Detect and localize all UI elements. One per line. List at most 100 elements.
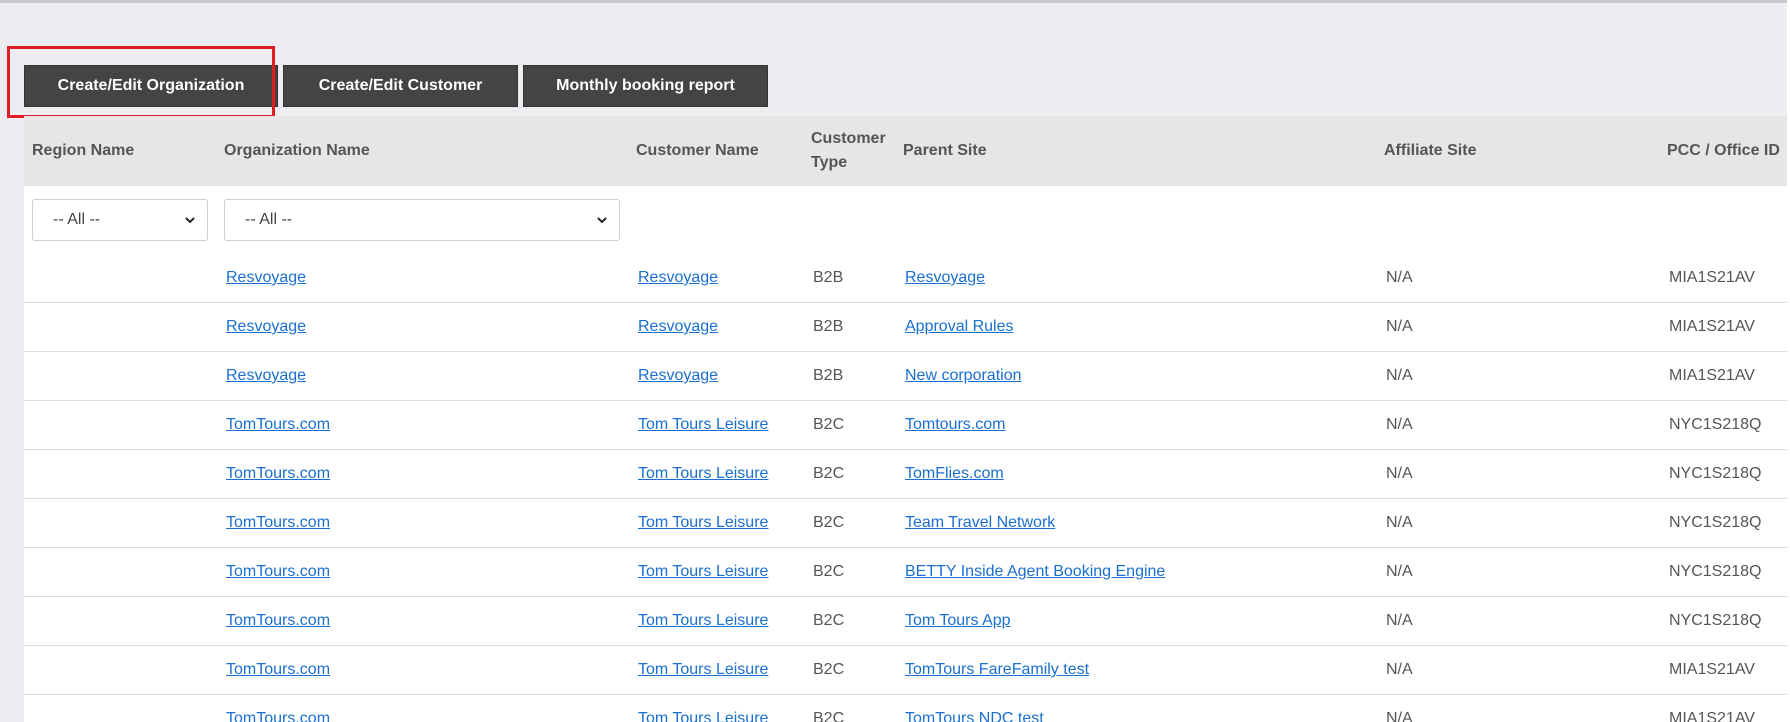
cell-customer-type: B2C <box>813 612 845 629</box>
table-row: TomTours.com Tom Tours Leisure B2C BETTY In… <box>24 547 1790 597</box>
cell-affiliate-site: N/A <box>1376 449 1659 499</box>
cell-customer-type: B2C <box>803 645 895 695</box>
cell-affiliate-site: N/A <box>1386 563 1413 580</box>
cell-parent-site: TomTours NDC test <box>895 694 1376 722</box>
sites-table-container: Region Name Organization Name Customer N… <box>24 116 1790 722</box>
cell-customer: Resvoyage <box>628 254 803 303</box>
parent-site-link[interactable]: New corporation <box>905 367 1022 384</box>
cell-customer-type: B2C <box>813 661 845 678</box>
region-filter-cell: -- All -- <box>24 186 216 254</box>
create-edit-customer-button[interactable]: Create/Edit Customer <box>283 65 518 107</box>
cell-customer: Tom Tours Leisure <box>628 645 803 695</box>
cell-parent-site: Approval Rules <box>895 302 1376 352</box>
organization-link[interactable]: TomTours.com <box>226 514 330 531</box>
cell-pcc: MIA1S21AV <box>1669 367 1755 384</box>
organization-link[interactable]: TomTours.com <box>226 563 330 580</box>
cell-organization: TomTours.com <box>216 547 628 597</box>
filter-row: -- All -- -- All -- <box>24 186 1790 254</box>
cell-pcc: NYC1S218Q <box>1659 400 1790 450</box>
cell-region <box>24 694 216 722</box>
cell-affiliate-site: N/A <box>1386 416 1413 433</box>
customer-link[interactable]: Tom Tours Leisure <box>638 514 768 531</box>
cell-organization: TomTours.com <box>216 596 628 646</box>
cell-region <box>24 254 216 303</box>
table-row: TomTours.com Tom Tours Leisure B2C TomFlies… <box>24 449 1790 499</box>
cell-customer-type: B2C <box>813 416 845 433</box>
cell-customer-type: B2B <box>813 269 844 286</box>
parent-site-link[interactable]: Team Travel Network <box>905 514 1055 531</box>
parent-site-link[interactable]: TomTours FareFamily test <box>905 661 1089 678</box>
cell-affiliate-site: N/A <box>1386 465 1413 482</box>
parent-site-link[interactable]: BETTY Inside Agent Booking Engine <box>905 563 1165 580</box>
cell-pcc: MIA1S21AV <box>1669 710 1755 722</box>
organization-link[interactable]: Resvoyage <box>226 318 306 335</box>
cell-affiliate-site: N/A <box>1386 318 1413 335</box>
chevron-down-icon <box>597 217 607 224</box>
customer-link[interactable]: Resvoyage <box>638 367 718 384</box>
cell-organization: TomTours.com <box>216 400 628 450</box>
monthly-booking-report-button[interactable]: Monthly booking report <box>523 65 768 107</box>
cell-pcc: MIA1S21AV <box>1669 318 1755 335</box>
cell-customer: Resvoyage <box>628 302 803 352</box>
cell-affiliate-site: N/A <box>1376 498 1659 548</box>
parent-site-link[interactable]: TomFlies.com <box>905 465 1004 482</box>
organization-link[interactable]: Resvoyage <box>226 367 306 384</box>
cell-region <box>24 400 216 450</box>
customer-link[interactable]: Tom Tours Leisure <box>638 563 768 580</box>
customer-link[interactable]: Tom Tours Leisure <box>638 710 768 722</box>
sites-table: Region Name Organization Name Customer N… <box>24 116 1790 722</box>
table-row: TomTours.com Tom Tours Leisure B2C Tom Tour… <box>24 596 1790 646</box>
parent-site-link[interactable]: TomTours NDC test <box>905 710 1044 722</box>
cell-affiliate-site: N/A <box>1386 269 1413 286</box>
cell-pcc: NYC1S218Q <box>1669 563 1762 580</box>
parent-site-link[interactable]: Tomtours.com <box>905 416 1005 433</box>
cell-parent-site: Team Travel Network <box>895 498 1376 548</box>
organization-link[interactable]: Resvoyage <box>226 269 306 286</box>
table-row: Resvoyage Resvoyage B2B Resvoyage N/A MIA1S21… <box>24 254 1790 303</box>
cell-pcc: MIA1S21AV <box>1659 302 1790 352</box>
organization-link[interactable]: TomTours.com <box>226 612 330 629</box>
cell-pcc: NYC1S218Q <box>1669 612 1762 629</box>
cell-parent-site: Tom Tours App <box>895 596 1376 646</box>
organization-link[interactable]: TomTours.com <box>226 416 330 433</box>
cell-customer-type: B2B <box>803 302 895 352</box>
cell-affiliate-site: N/A <box>1386 661 1413 678</box>
organization-filter-cell: -- All -- <box>216 186 628 254</box>
cell-affiliate-site: N/A <box>1386 710 1413 722</box>
customer-link[interactable]: Tom Tours Leisure <box>638 465 768 482</box>
cell-parent-site: TomFlies.com <box>895 449 1376 499</box>
organization-link[interactable]: TomTours.com <box>226 661 330 678</box>
organization-link[interactable]: TomTours.com <box>226 465 330 482</box>
cell-customer: Tom Tours Leisure <box>628 547 803 597</box>
region-filter-value: -- All -- <box>53 211 101 228</box>
parent-site-link[interactable]: Resvoyage <box>905 269 985 286</box>
cell-customer-type: B2C <box>813 514 845 531</box>
parent-site-link[interactable]: Approval Rules <box>905 318 1014 335</box>
parent-site-link[interactable]: Tom Tours App <box>905 612 1011 629</box>
organization-link[interactable]: TomTours.com <box>226 710 330 722</box>
cell-pcc: NYC1S218Q <box>1659 449 1790 499</box>
customer-link[interactable]: Resvoyage <box>638 269 718 286</box>
customer-link[interactable]: Tom Tours Leisure <box>638 661 768 678</box>
cell-customer-type: B2C <box>803 694 895 722</box>
cell-organization: Resvoyage <box>216 351 628 401</box>
customer-link[interactable]: Tom Tours Leisure <box>638 612 768 629</box>
cell-pcc: NYC1S218Q <box>1659 596 1790 646</box>
customer-link[interactable]: Resvoyage <box>638 318 718 335</box>
cell-parent-site: Tomtours.com <box>895 400 1376 450</box>
create-edit-organization-button[interactable]: Create/Edit Organization <box>24 65 278 107</box>
cell-region <box>24 449 216 499</box>
cell-affiliate-site: N/A <box>1376 400 1659 450</box>
organization-filter-select[interactable]: -- All -- <box>224 199 620 241</box>
cell-customer: Tom Tours Leisure <box>628 596 803 646</box>
customer-link[interactable]: Tom Tours Leisure <box>638 416 768 433</box>
cell-region <box>24 302 216 352</box>
cell-customer-type: B2C <box>813 710 845 722</box>
region-filter-select[interactable]: -- All -- <box>32 199 208 241</box>
table-row: TomTours.com Tom Tours Leisure B2C Tomtours… <box>24 400 1790 450</box>
cell-pcc: NYC1S218Q <box>1669 465 1762 482</box>
cell-affiliate-site: N/A <box>1376 302 1659 352</box>
column-header-organization: Organization Name <box>216 116 628 186</box>
cell-affiliate-site: N/A <box>1376 645 1659 695</box>
cell-organization: Resvoyage <box>216 254 628 303</box>
